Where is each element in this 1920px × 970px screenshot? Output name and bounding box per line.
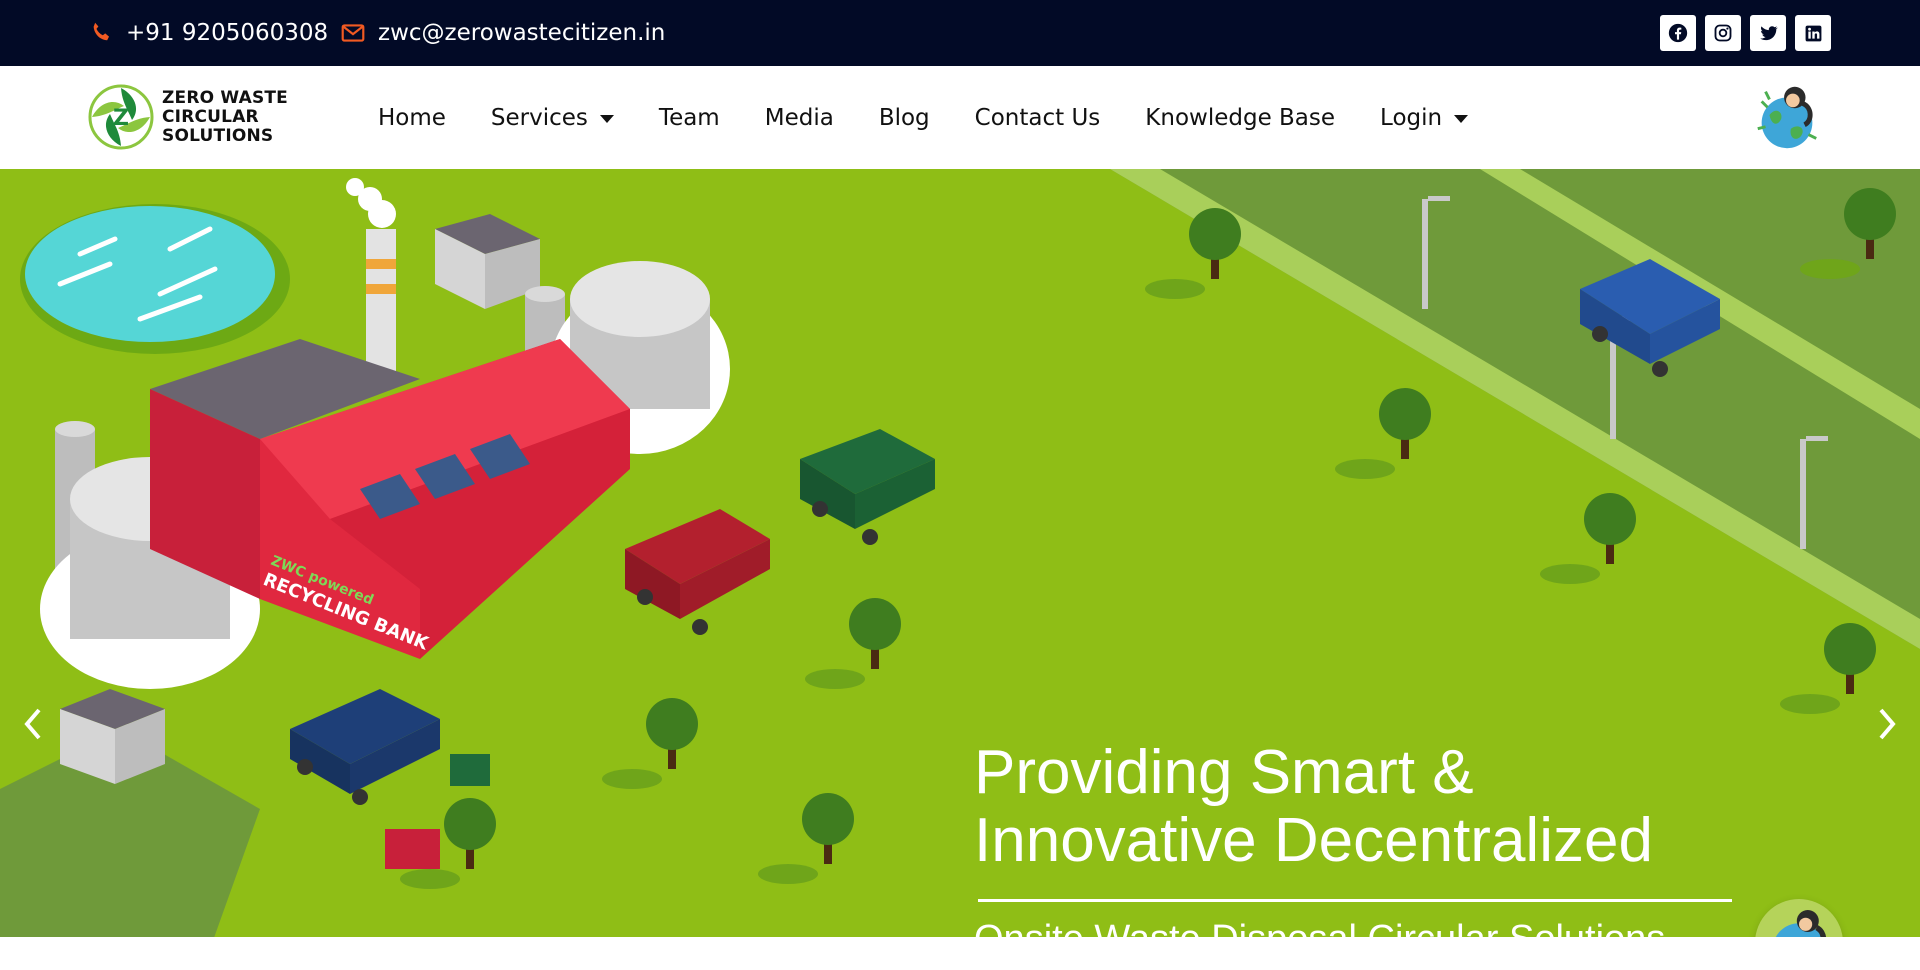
nav-home-label: Home — [378, 104, 446, 131]
nav-login-label: Login — [1380, 104, 1443, 131]
nav-home[interactable]: Home — [378, 105, 446, 131]
caret-down-icon — [599, 115, 614, 123]
twitter-icon — [1759, 25, 1778, 40]
chevron-left-icon — [24, 708, 41, 740]
phone-icon — [93, 22, 110, 41]
envelope-icon — [341, 24, 365, 42]
mascot-globe-avatar-icon[interactable] — [1748, 78, 1826, 156]
caret-down-icon — [1454, 115, 1469, 123]
nav-blog[interactable]: Blog — [879, 105, 930, 131]
instagram-link[interactable] — [1705, 15, 1741, 51]
brand-name: ZERO WASTE CIRCULAR SOLUTIONS — [162, 87, 288, 146]
twitter-link[interactable] — [1750, 15, 1786, 51]
linkedin-link[interactable] — [1795, 15, 1831, 51]
hero-headline-line-1: Providing Smart & — [974, 738, 1474, 807]
nav-login[interactable]: Login — [1380, 104, 1469, 131]
brand-logo[interactable]: Z ZERO WASTE CIRCULAR SOLUTIONS — [88, 84, 288, 150]
chevron-right-icon — [1879, 708, 1896, 740]
nav-team[interactable]: Team — [659, 105, 720, 131]
phone-contact[interactable]: +91 9205060308 — [88, 0, 328, 66]
primary-navigation: Home Services Team Media Blog Contact Us… — [378, 66, 1513, 169]
phone-number: +91 9205060308 — [126, 20, 329, 46]
hero-headline-line-2: Innovative Decentralized — [974, 806, 1653, 875]
headline-divider — [978, 899, 1732, 902]
top-contact-bar: +91 9205060308 zwc@zerowastecitizen.in — [0, 0, 1920, 66]
nav-contact-us[interactable]: Contact Us — [975, 105, 1101, 131]
email-address: zwc@zerowastecitizen.in — [378, 20, 666, 46]
recycle-leaf-logo-icon: Z — [88, 84, 154, 150]
brand-line-2: CIRCULAR — [162, 106, 259, 127]
page-bottom-strip — [0, 937, 1920, 970]
svg-text:Z: Z — [113, 106, 129, 131]
hero-slider: ZWC powered RECYCLING BANK Providing Sma… — [0, 169, 1920, 937]
facebook-icon — [1668, 23, 1688, 43]
social-links — [1660, 15, 1831, 51]
hero-headline: Providing Smart & Innovative Decentraliz… — [974, 739, 1653, 875]
nav-contact-us-label: Contact Us — [974, 104, 1101, 131]
brand-line-3: SOLUTIONS — [162, 125, 274, 146]
nav-blog-label: Blog — [878, 104, 930, 131]
slider-prev-button[interactable] — [18, 704, 48, 744]
nav-services-label: Services — [490, 104, 588, 131]
instagram-icon — [1714, 24, 1732, 42]
linkedin-icon — [1805, 25, 1821, 41]
email-contact[interactable]: zwc@zerowastecitizen.in — [340, 0, 665, 66]
nav-knowledge-base[interactable]: Knowledge Base — [1145, 105, 1335, 131]
slider-next-button[interactable] — [1872, 704, 1902, 744]
nav-team-label: Team — [658, 104, 720, 131]
nav-services[interactable]: Services — [491, 105, 614, 131]
nav-media-label: Media — [764, 104, 834, 131]
facebook-link[interactable] — [1660, 15, 1696, 51]
brand-line-1: ZERO WASTE — [162, 87, 288, 108]
hero-subheadline: Onsite Waste Disposal Circular Solutions — [974, 918, 1665, 937]
nav-media[interactable]: Media — [765, 105, 834, 131]
main-navbar: Z ZERO WASTE CIRCULAR SOLUTIONS Home Ser… — [0, 66, 1920, 169]
nav-knowledge-base-label: Knowledge Base — [1145, 104, 1336, 131]
